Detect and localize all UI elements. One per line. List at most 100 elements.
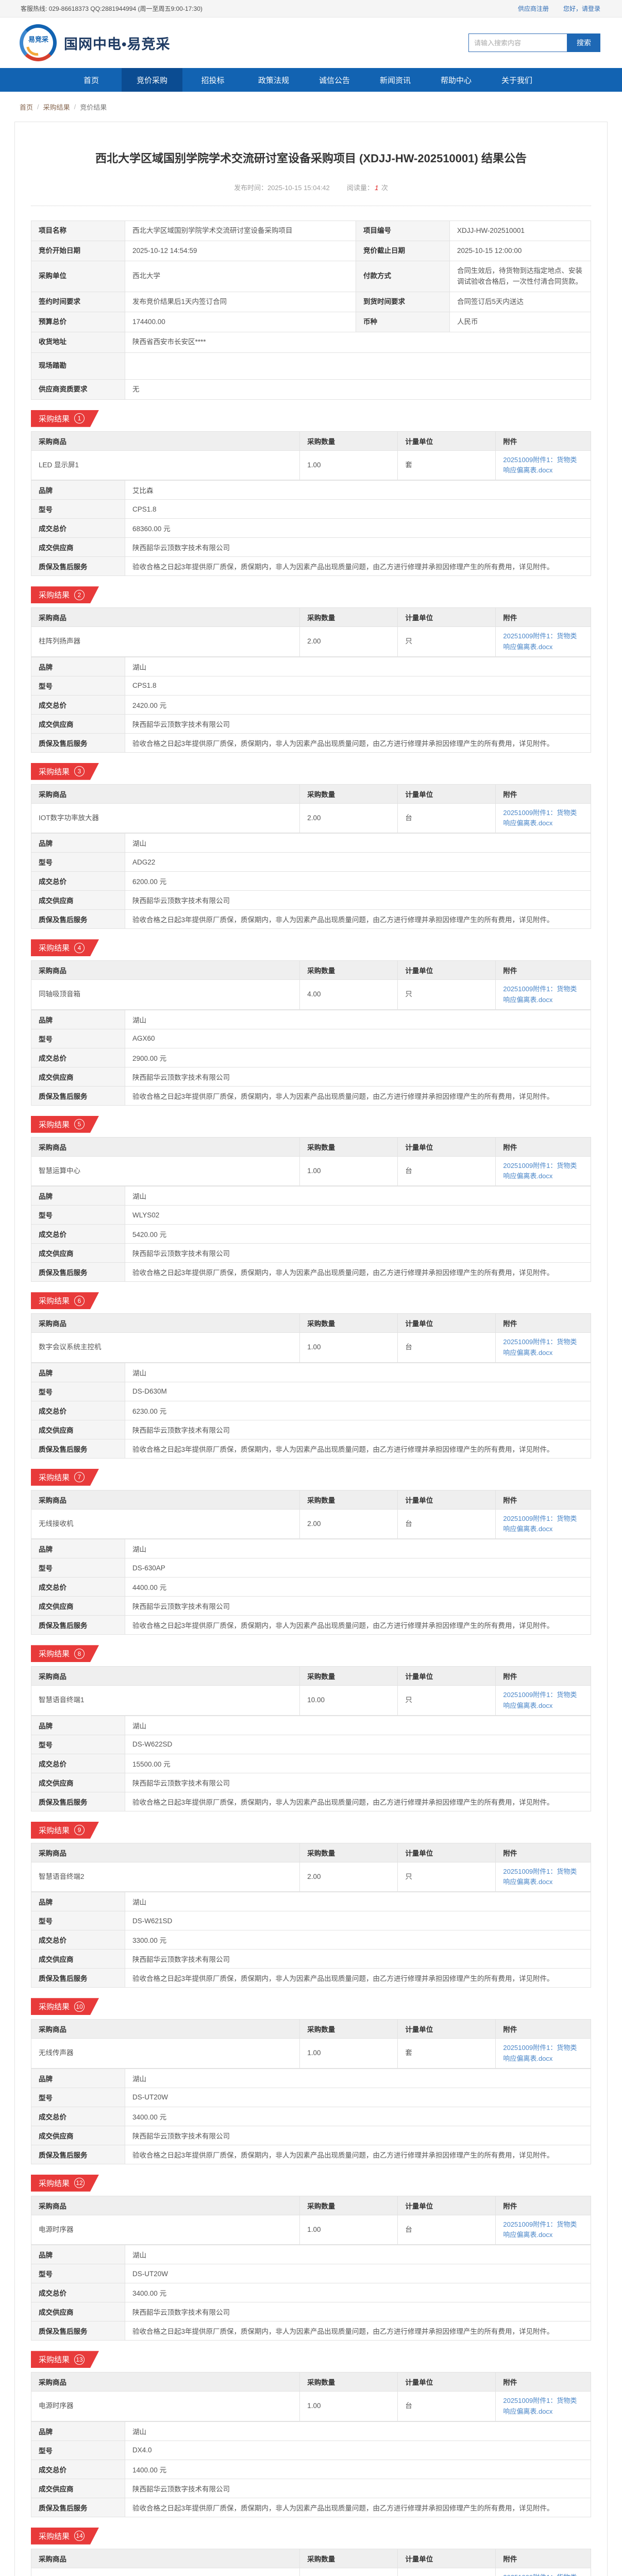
attachment-link[interactable]: 20251009附件1：货物类响应偏离表.docx [503, 632, 577, 650]
detail-label-model: 型号 [31, 1382, 125, 1401]
product-name: 台式计算机1 [31, 2568, 300, 2576]
product-unit: 只 [398, 1862, 496, 1892]
col-header-attachment: 附件 [496, 1314, 591, 1333]
breadcrumb-current: 竞价结果 [80, 102, 107, 112]
attachment-link[interactable]: 20251009附件1：货物类响应偏离表.docx [503, 1691, 577, 1709]
detail-label-supplier: 成交供应商 [31, 538, 125, 557]
supplier-register-link[interactable]: 供应商注册 [518, 4, 549, 13]
nav-item-招投标[interactable]: 招投标 [182, 68, 243, 92]
attachment-link[interactable]: 20251009附件1：货物类响应偏离表.docx [503, 2573, 577, 2576]
brand-value: 湖山 [125, 1892, 591, 1911]
col-header-qty: 采购数量 [300, 2020, 398, 2039]
item-detail-table: 品牌 湖山 型号 DS-D630M 成交总价 6230.00 元 成交供应商 陕… [31, 1363, 591, 1459]
nav-item-帮助中心[interactable]: 帮助中心 [426, 68, 486, 92]
item-table: 采购商品 采购数量 计量单位 附件 无线接收机 2.00 台 20251009附… [31, 1490, 591, 1539]
col-header-attachment: 附件 [496, 431, 591, 450]
product-qty: 1.00 [300, 2215, 398, 2245]
purchase-result-section: 采购结果 1 采购商品 采购数量 计量单位 附件 LED 显示屏1 1.00 套… [31, 410, 591, 577]
attachment-link[interactable]: 20251009附件1：货物类响应偏离表.docx [503, 1515, 577, 1533]
col-header-product: 采购商品 [31, 1314, 300, 1333]
item-table: 采购商品 采购数量 计量单位 附件 电源时序器 1.00 台 20251009附… [31, 2372, 591, 2421]
product-name: 同轴吸顶音箱 [31, 980, 300, 1010]
detail-label-warranty: 质保及售后服务 [31, 1969, 125, 1988]
nav-item-首页[interactable]: 首页 [61, 68, 122, 92]
detail-label-supplier: 成交供应商 [31, 2479, 125, 2498]
col-header-product: 采购商品 [31, 1843, 300, 1862]
item-detail-table: 品牌 艾比森 型号 CPS1.8 成交总价 68360.00 元 成交供应商 陕… [31, 480, 591, 576]
item-detail-table: 品牌 湖山 型号 DS-UT20W 成交总价 3400.00 元 成交供应商 陕… [31, 2069, 591, 2164]
publish-time-label: 发布时间： [234, 184, 267, 192]
detail-label-price: 成交总价 [31, 1048, 125, 1067]
nav-item-新闻资讯[interactable]: 新闻资讯 [365, 68, 426, 92]
detail-label-model: 型号 [31, 2088, 125, 2107]
detail-label-model: 型号 [31, 1558, 125, 1578]
breadcrumb-home-link[interactable]: 首页 [20, 102, 33, 112]
result-badge: 采购结果 13 [31, 2351, 99, 2368]
col-header-unit: 计量单位 [398, 1667, 496, 1686]
col-header-qty: 采购数量 [300, 2372, 398, 2392]
detail-label-supplier: 成交供应商 [31, 2302, 125, 2321]
item-detail-table: 品牌 湖山 型号 CPS1.8 成交总价 2420.00 元 成交供应商 陕西韶… [31, 657, 591, 753]
attachment-link[interactable]: 20251009附件1：货物类响应偏离表.docx [503, 2221, 577, 2239]
price-value: 5420.00 元 [125, 1225, 591, 1244]
brand-value: 湖山 [125, 2245, 591, 2264]
detail-label-model: 型号 [31, 500, 125, 519]
attachment-link[interactable]: 20251009附件1：货物类响应偏离表.docx [503, 1868, 577, 1886]
login-link[interactable]: 您好，请登录 [563, 4, 600, 13]
attachment-link[interactable]: 20251009附件1：货物类响应偏离表.docx [503, 985, 577, 1003]
product-unit: 套 [398, 2039, 496, 2069]
detail-label-supplier: 成交供应商 [31, 1420, 125, 1439]
attachment-link[interactable]: 20251009附件1：货物类响应偏离表.docx [503, 2044, 577, 2062]
detail-label-warranty: 质保及售后服务 [31, 2145, 125, 2164]
product-name: 智慧语音终端1 [31, 1686, 300, 1716]
detail-label-model: 型号 [31, 1911, 125, 1930]
site-header: 易竞采 国网中电•易竞采 搜索 [0, 18, 622, 68]
detail-label-supplier: 成交供应商 [31, 891, 125, 910]
breadcrumb-results-link[interactable]: 采购结果 [43, 102, 70, 112]
attachment-link[interactable]: 20251009附件1：货物类响应偏离表.docx [503, 1162, 577, 1180]
item-table: 采购商品 采购数量 计量单位 附件 电源时序器 1.00 台 20251009附… [31, 2196, 591, 2245]
breadcrumb: 首页 / 采购结果 / 竞价结果 [0, 92, 622, 122]
nav-item-竞价采购[interactable]: 竞价采购 [122, 68, 182, 92]
product-qty: 2.00 [300, 627, 398, 657]
nav-item-诚信公告[interactable]: 诚信公告 [304, 68, 365, 92]
result-badge: 采购结果 5 [31, 1116, 99, 1133]
col-header-unit: 计量单位 [398, 431, 496, 450]
result-badge-number: 7 [74, 1472, 85, 1482]
result-badge-number: 4 [74, 943, 85, 953]
result-badge: 采购结果 7 [31, 1469, 99, 1486]
nav-item-政策法规[interactable]: 政策法规 [243, 68, 304, 92]
product-qty: 2.00 [300, 1509, 398, 1539]
info-label: 采购单位 [31, 261, 125, 292]
col-header-unit: 计量单位 [398, 2020, 496, 2039]
col-header-product: 采购商品 [31, 2020, 300, 2039]
supplier-value: 陕西韶华云顶数字技术有限公司 [125, 714, 591, 733]
nav-item-关于我们[interactable]: 关于我们 [486, 68, 547, 92]
attachment-link[interactable]: 20251009附件1：货物类响应偏离表.docx [503, 2397, 577, 2415]
page-title: 西北大学区域国别学院学术交流研讨室设备采购项目 (XDJJ-HW-2025100… [31, 122, 591, 167]
purchase-result-section: 采购结果 7 采购商品 采购数量 计量单位 附件 无线接收机 2.00 台 20… [31, 1469, 591, 1635]
model-value: WLYS02 [125, 1206, 591, 1225]
supplier-value: 陕西韶华云顶数字技术有限公司 [125, 891, 591, 910]
currency-value: 人民币 [450, 312, 591, 332]
purchase-result-section: 采购结果 8 采购商品 采购数量 计量单位 附件 智慧语音终端1 10.00 只… [31, 1645, 591, 1811]
result-badge-number: 6 [74, 1296, 85, 1306]
attachment-link[interactable]: 20251009附件1：货物类响应偏离表.docx [503, 456, 577, 474]
search-input[interactable] [468, 33, 567, 52]
search-button[interactable]: 搜索 [567, 33, 600, 52]
info-label: 竞价开始日期 [31, 241, 125, 261]
attachment-link[interactable]: 20251009附件1：货物类响应偏离表.docx [503, 809, 577, 827]
detail-label-warranty: 质保及售后服务 [31, 1439, 125, 1458]
purchase-result-section: 采购结果 13 采购商品 采购数量 计量单位 附件 电源时序器 1.00 台 2… [31, 2351, 591, 2517]
price-value: 3300.00 元 [125, 1930, 591, 1950]
detail-label-brand: 品牌 [31, 1892, 125, 1911]
brand-value: 湖山 [125, 1187, 591, 1206]
product-name: 智慧语音终端2 [31, 1862, 300, 1892]
detail-label-price: 成交总价 [31, 2460, 125, 2479]
attachment-link[interactable]: 20251009附件1：货物类响应偏离表.docx [503, 1338, 577, 1356]
warranty-value: 验收合格之日起3年提供原厂质保，质保期内，非人为因素产品出现质量问题，由乙方进行… [125, 910, 591, 929]
product-qty: 2.00 [300, 803, 398, 833]
product-name: 无线接收机 [31, 1509, 300, 1539]
col-header-attachment: 附件 [496, 1137, 591, 1156]
product-qty: 1.00 [300, 2039, 398, 2069]
